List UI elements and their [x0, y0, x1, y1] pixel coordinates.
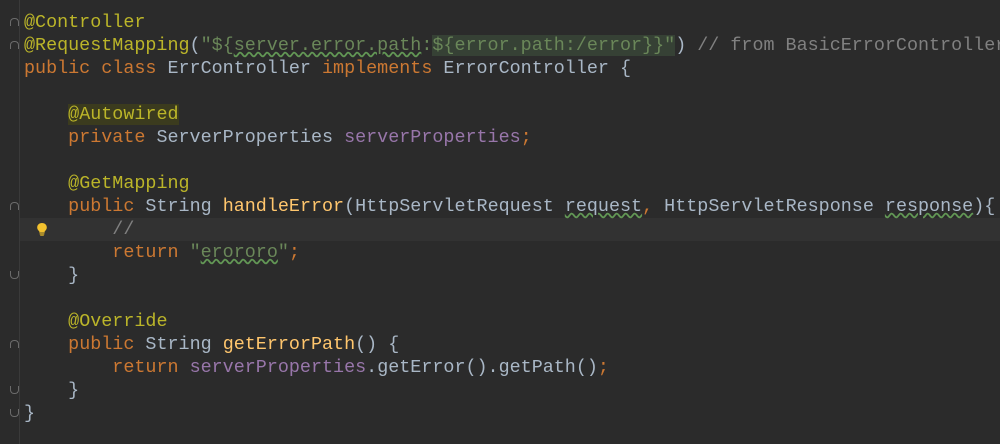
- code-token: }}": [642, 35, 676, 56]
- code-token: "${: [200, 35, 234, 56]
- code-token: ;: [520, 127, 532, 148]
- code-line[interactable]: public String getErrorPath() {: [24, 333, 1000, 356]
- code-token: ;: [288, 242, 300, 263]
- code-line[interactable]: return serverProperties.getError().getPa…: [24, 356, 1000, 379]
- code-token: return: [112, 357, 190, 378]
- code-token: (: [189, 35, 201, 56]
- code-token: }: [24, 380, 80, 401]
- code-line[interactable]: @GetMapping: [24, 172, 1000, 195]
- code-token: .getError().getPath(): [366, 357, 598, 378]
- code-token: () {: [355, 334, 400, 355]
- fold-marker-icon[interactable]: [10, 18, 19, 26]
- code-token: @Autowired: [68, 104, 179, 125]
- code-token: String: [145, 334, 223, 355]
- code-token: return: [112, 242, 190, 263]
- code-token: ": [189, 242, 201, 263]
- code-line[interactable]: @RequestMapping("${server.error.path:${e…: [24, 34, 1000, 57]
- code-token: ${: [432, 35, 455, 56]
- code-token: public: [68, 196, 146, 217]
- code-token: ): [675, 35, 698, 56]
- code-token: :: [421, 35, 433, 56]
- code-token: }: [24, 265, 80, 286]
- editor-gutter[interactable]: [0, 0, 20, 444]
- code-line[interactable]: @Override: [24, 310, 1000, 333]
- code-line[interactable]: }: [24, 264, 1000, 287]
- fold-marker-icon[interactable]: [10, 340, 19, 348]
- code-line[interactable]: }: [24, 402, 1000, 425]
- source-code[interactable]: @Controller @RequestMapping("${server.err…: [24, 11, 1000, 425]
- fold-marker-icon[interactable]: [10, 386, 19, 394]
- code-token: ;: [597, 357, 609, 378]
- code-line[interactable]: [24, 80, 1000, 103]
- fold-marker-icon[interactable]: [10, 41, 19, 49]
- code-token: getErrorPath: [222, 334, 356, 355]
- fold-marker-icon[interactable]: [10, 409, 19, 417]
- code-token: @RequestMapping: [24, 35, 190, 56]
- code-line[interactable]: //: [24, 218, 1000, 241]
- code-line[interactable]: @Autowired: [24, 103, 1000, 126]
- code-line[interactable]: }: [24, 379, 1000, 402]
- code-token: server.error.path: [233, 35, 422, 56]
- code-token: ServerProperties: [156, 127, 345, 148]
- code-token: error.path:/error: [454, 35, 643, 56]
- code-editor[interactable]: @Controller @RequestMapping("${server.err…: [0, 0, 1000, 444]
- code-token: serverProperties: [344, 127, 521, 148]
- code-line[interactable]: @Controller: [24, 11, 1000, 34]
- code-token: @Controller: [24, 12, 146, 33]
- code-token: public: [68, 334, 146, 355]
- code-token: String: [145, 196, 223, 217]
- code-token: private: [68, 127, 157, 148]
- code-token: erororo: [200, 242, 278, 263]
- code-line[interactable]: return "erororo";: [24, 241, 1000, 264]
- code-line[interactable]: [24, 287, 1000, 310]
- code-token: HttpServletResponse: [664, 196, 885, 217]
- code-line[interactable]: private ServerProperties serverPropertie…: [24, 126, 1000, 149]
- fold-marker-icon[interactable]: [10, 202, 19, 210]
- code-token: ErrorController {: [443, 58, 632, 79]
- code-line[interactable]: public String handleError(HttpServletReq…: [24, 195, 1000, 218]
- fold-marker-icon[interactable]: [10, 271, 19, 279]
- code-token: ){: [973, 196, 996, 217]
- code-token: }: [24, 403, 36, 424]
- code-token: (HttpServletRequest: [344, 196, 565, 217]
- code-token: ErrController: [167, 58, 322, 79]
- code-token: serverProperties: [189, 357, 367, 378]
- code-token: //: [112, 219, 135, 240]
- code-token: response: [884, 196, 974, 217]
- code-token: request: [564, 196, 643, 217]
- code-token: @GetMapping: [68, 173, 190, 194]
- code-token: // from BasicErrorController: [697, 35, 1000, 56]
- code-token: ,: [642, 196, 665, 217]
- code-token: @Override: [68, 311, 168, 332]
- code-line[interactable]: public class ErrController implements Er…: [24, 57, 1000, 80]
- code-token: implements: [322, 58, 444, 79]
- code-token: ": [277, 242, 289, 263]
- code-token: public class: [24, 58, 168, 79]
- code-line[interactable]: [24, 149, 1000, 172]
- code-token: handleError: [222, 196, 345, 217]
